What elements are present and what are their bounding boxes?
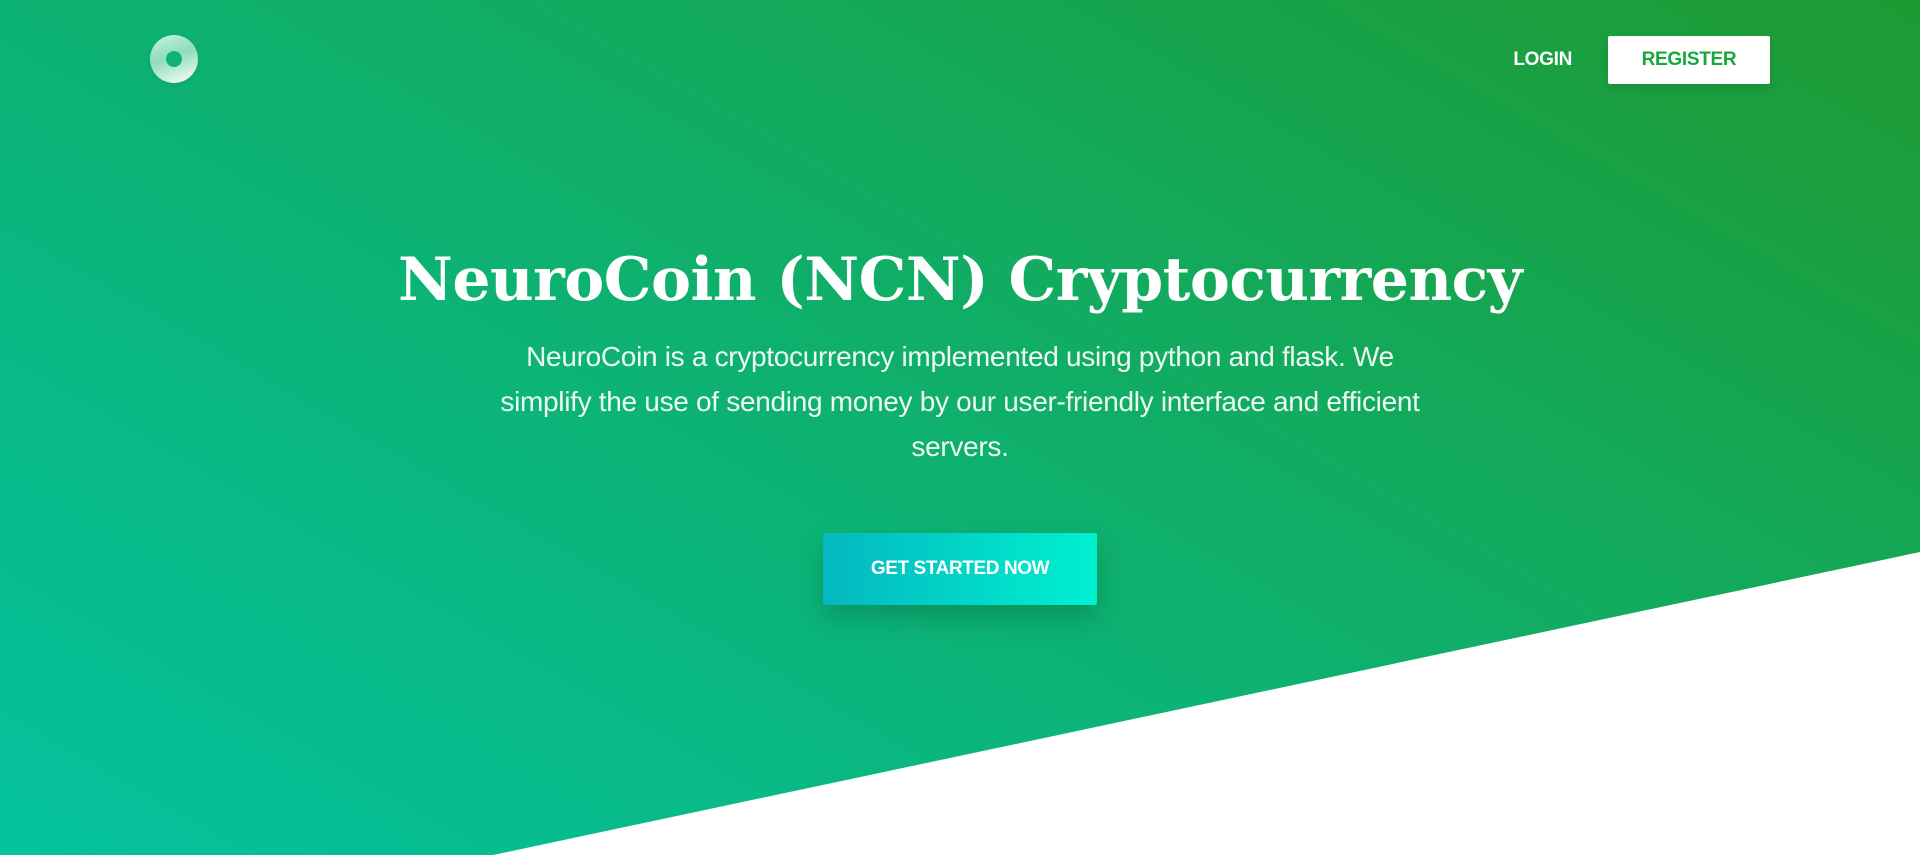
hero-content: NeuroCoin (NCN) Cryptocurrency NeuroCoin… [0,240,1920,605]
register-button[interactable]: REGISTER [1608,36,1770,84]
login-link[interactable]: LOGIN [1513,49,1572,71]
hero-section: LOGIN REGISTER NeuroCoin (NCN) Cryptocur… [0,0,1920,855]
top-nav: LOGIN REGISTER [1513,36,1770,84]
logo-center-dot [166,51,182,67]
get-started-button[interactable]: GET STARTED NOW [823,533,1097,605]
neurocoin-logo-icon[interactable] [150,35,198,83]
hero-description: NeuroCoin is a cryptocurrency implemente… [500,341,1420,462]
page-title: NeuroCoin (NCN) Cryptocurrency [398,245,1522,315]
